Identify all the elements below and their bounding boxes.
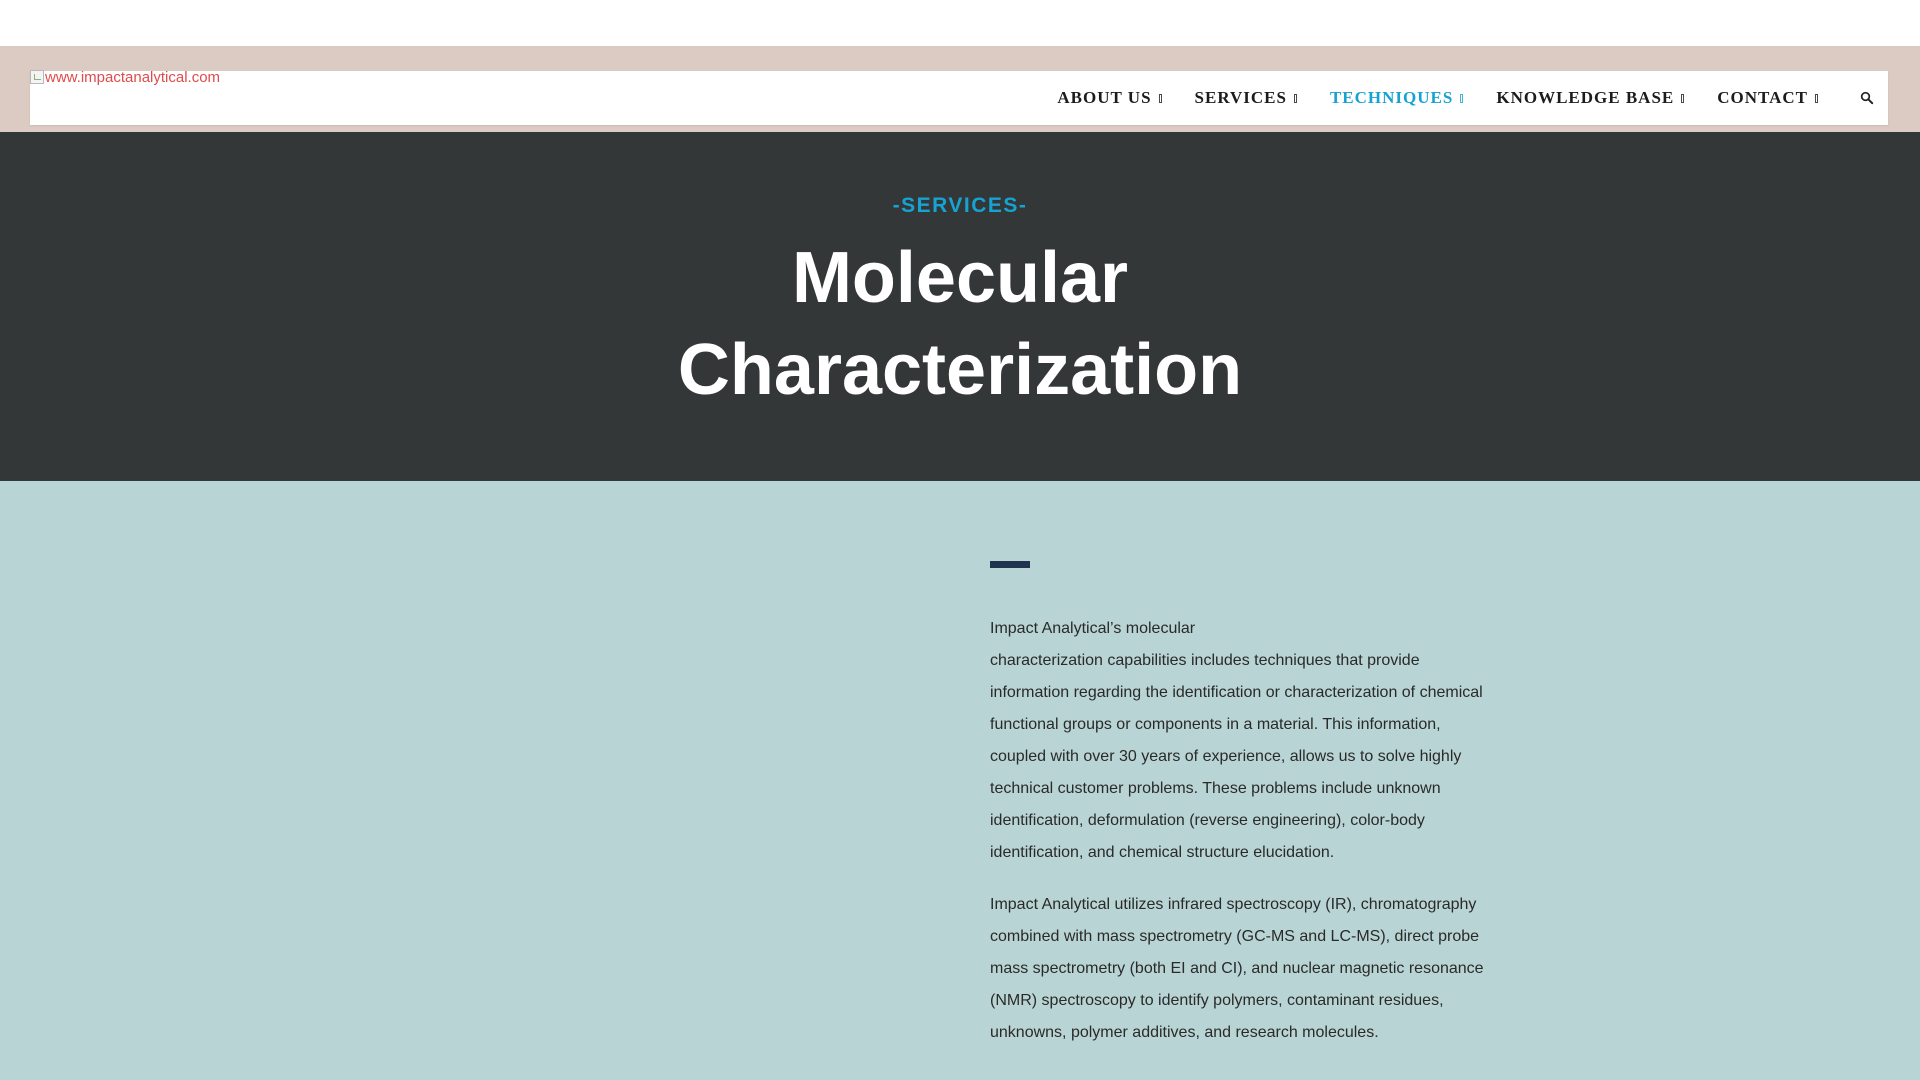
top-strip [0,0,1920,46]
nav-label: KNOWLEDGE BASE [1496,88,1675,107]
dropdown-caret-icon [1293,93,1297,103]
intro-first-line: Impact Analytical’s molecular [990,620,1196,637]
site-logo[interactable]: www.impactanalytical.com [30,69,220,86]
accent-divider [990,561,1030,568]
dropdown-caret-icon [1681,93,1685,103]
nav-contact[interactable]: CONTACT [1717,88,1818,108]
page-title-line-1: Molecular [791,238,1129,318]
search-icon[interactable] [1860,91,1874,105]
nav-label: SERVICES [1194,88,1287,107]
dropdown-caret-icon [1460,93,1464,103]
main-nav: ABOUT US SERVICES TECHNIQUES KNOWLEDGE B… [1024,71,1818,125]
intro-paragraph: Impact Analytical’s molecular characteri… [990,613,1490,869]
nav-about-us[interactable]: ABOUT US [1057,88,1162,108]
hero-kicker: -SERVICES- [892,194,1028,217]
techniques-paragraph: Impact Analytical utilizes infrared spec… [990,896,1484,1041]
nav-techniques[interactable]: TECHNIQUES [1329,88,1464,108]
intro-body: characterization capabilities includes t… [990,652,1483,861]
page-title-line-2: Characterization [677,330,1243,410]
logo-alt-text: www.impactanalytical.com [45,69,221,86]
nav-label: ABOUT US [1057,88,1152,107]
broken-image-icon [30,70,44,84]
content-section: Impact Analytical’s molecular characteri… [0,481,1920,1080]
nav-services[interactable]: SERVICES [1195,88,1297,108]
page-hero: -SERVICES- Molecular Characterization [0,132,1920,481]
nav-knowledge-base[interactable]: KNOWLEDGE BASE [1496,88,1685,108]
site-header: www.impactanalytical.com ABOUT US SERVIC… [30,69,1888,125]
page-title: Molecular Characterization [0,232,1920,416]
dropdown-caret-icon [1158,93,1162,103]
nav-label: TECHNIQUES [1329,88,1454,107]
nav-label: CONTACT [1717,88,1808,107]
dropdown-caret-icon [1815,93,1818,103]
